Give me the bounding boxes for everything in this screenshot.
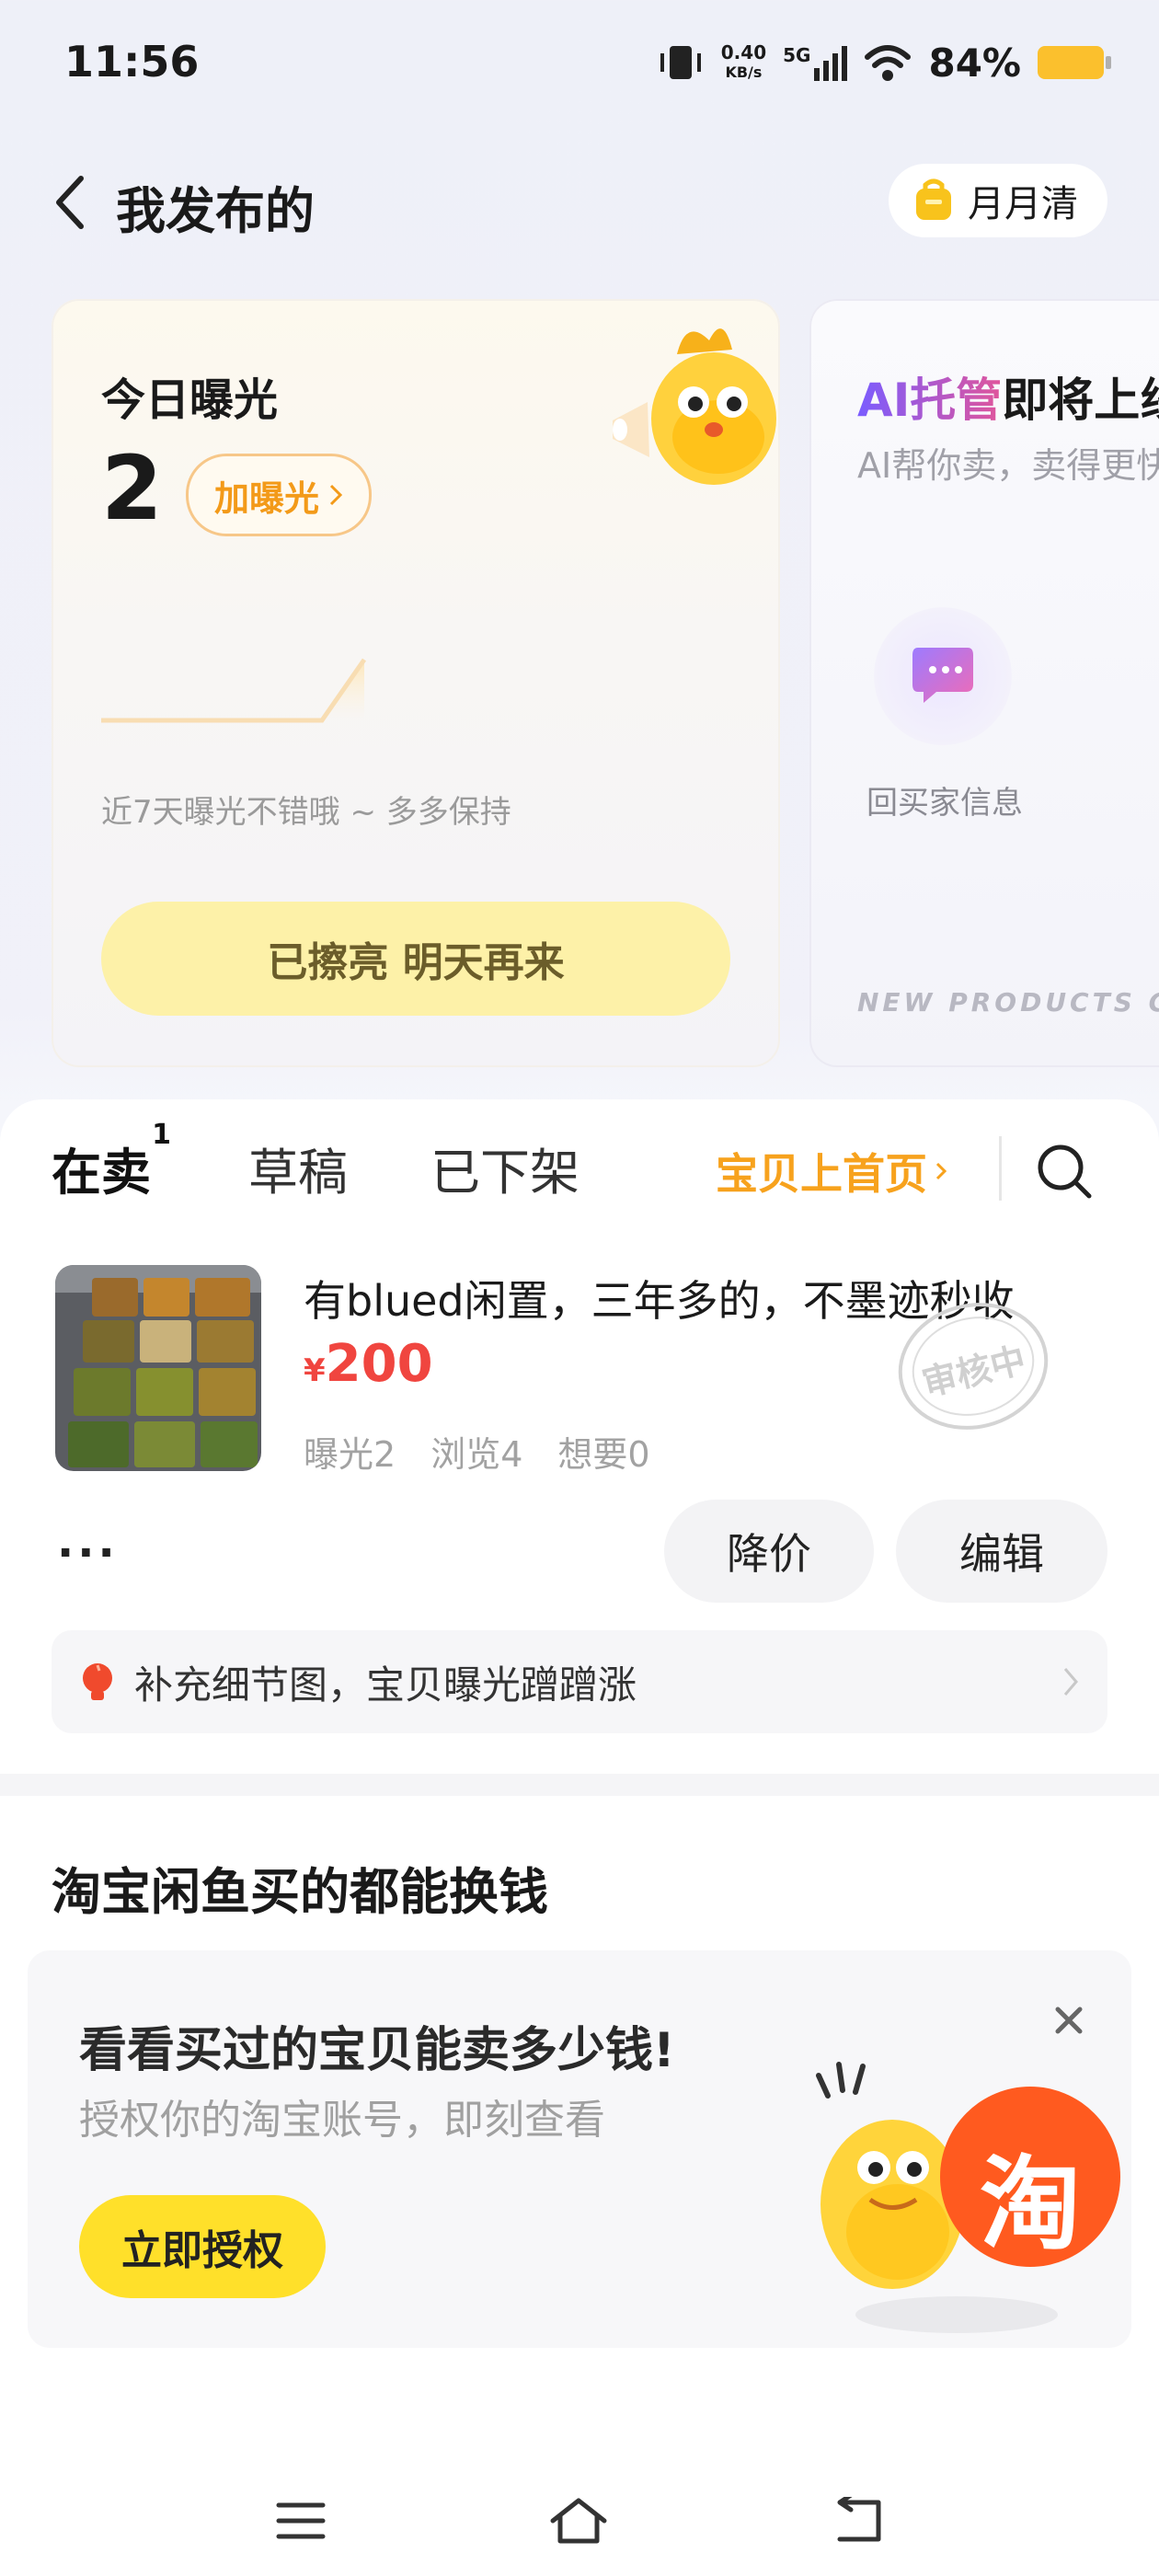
taobao-section-title: 淘宝闲鱼买的都能换钱: [52, 1863, 548, 1921]
tab-on-sale[interactable]: 在卖 1: [52, 1119, 171, 1204]
more-options-button[interactable]: ···: [57, 1527, 119, 1579]
battery-percent: 84%: [928, 40, 1021, 86]
polish-status-button[interactable]: 已擦亮 明天再来: [101, 902, 730, 1016]
under-review-stamp: 审核中: [890, 1297, 1056, 1435]
reduce-price-button[interactable]: 降价: [664, 1500, 874, 1603]
chevron-right-icon: [935, 1162, 947, 1180]
reply-buyer-label: 回买家信息: [866, 785, 1023, 822]
net-speed: 0.40 KB/s: [720, 41, 767, 81]
stat-views: 浏览4: [430, 1434, 523, 1475]
page-title: 我发布的: [116, 182, 315, 240]
listing-stats: 曝光2 浏览4 想要0: [304, 1426, 650, 1477]
vibrate-icon: [660, 46, 701, 79]
reply-buyer-button[interactable]: [874, 607, 1012, 745]
divider: [999, 1136, 1002, 1201]
authorize-button[interactable]: 立即授权: [79, 2195, 326, 2298]
taobao-auth-card: 看看买过的宝贝能卖多少钱! 授权你的淘宝账号，即刻查看 立即授权 淘: [28, 1950, 1131, 2348]
ai-card-footer: NEW PRODUCTS COMING: [857, 987, 1159, 1018]
back-arrow-icon: [56, 176, 84, 229]
ai-hosting-card[interactable]: AI托管即将上线 AI帮你卖，卖得更快 回买家信息 NEW PRODUCTS C…: [809, 299, 1159, 1067]
status-icons: 0.40 KB/s 5G 84%: [657, 37, 1111, 88]
exposure-title: 今日曝光: [101, 374, 279, 426]
taobao-card-subtitle: 授权你的淘宝账号，即刻查看: [79, 2097, 605, 2144]
tab-on-sale-badge: 1: [152, 1119, 171, 1151]
mascot-chick-icon: [613, 328, 776, 485]
wifi-icon: [865, 45, 912, 81]
detail-photo-tip[interactable]: 补充细节图，宝贝曝光蹭蹭涨: [52, 1630, 1107, 1733]
home-icon[interactable]: [547, 2495, 610, 2547]
chevron-right-icon: [1063, 1668, 1078, 1696]
back-nav-icon[interactable]: [831, 2497, 884, 2545]
taobao-card-title: 看看买过的宝贝能卖多少钱!: [79, 2023, 675, 2078]
stat-wants: 想要0: [557, 1434, 650, 1475]
signal-icon: 5G: [783, 44, 848, 81]
battery-icon: [1038, 46, 1111, 79]
tab-drafts[interactable]: 草稿: [248, 1132, 348, 1204]
close-icon[interactable]: [1047, 1998, 1091, 2042]
section-divider: [0, 1774, 1159, 1796]
taobao-logo-icon: 淘: [980, 2145, 1081, 2263]
exposure-card[interactable]: 今日曝光 2 加曝光 近7天曝光不错哦 ~ 多多保持 已擦亮 明天再来: [52, 299, 780, 1067]
monthly-clear-label: 月月清: [968, 183, 1078, 225]
menu-icon[interactable]: [275, 2500, 327, 2542]
exposure-note: 近7天曝光不错哦 ~ 多多保持: [101, 794, 511, 831]
edit-button[interactable]: 编辑: [896, 1500, 1107, 1603]
lightbulb-icon: [83, 1663, 112, 1700]
chevron-right-icon: [329, 484, 343, 506]
back-button[interactable]: [42, 166, 98, 239]
chat-bubble-icon: [912, 648, 973, 703]
tab-delisted[interactable]: 已下架: [430, 1132, 580, 1204]
exposure-trend-line: [101, 658, 367, 723]
ai-card-subtitle: AI帮你卖，卖得更快: [857, 445, 1159, 486]
exposure-value: 2: [101, 437, 163, 540]
listing-thumbnail[interactable]: [55, 1265, 261, 1471]
listing-price: ¥200: [304, 1334, 433, 1394]
promote-to-homepage-link[interactable]: 宝贝上首页: [716, 1141, 947, 1202]
taobao-mascot: 淘: [782, 2039, 1131, 2342]
ai-card-title: AI托管即将上线: [857, 374, 1159, 427]
system-nav-bar: [0, 2466, 1159, 2576]
status-time: 11:56: [64, 37, 200, 86]
stat-exposure: 曝光2: [304, 1434, 396, 1475]
search-icon[interactable]: [1034, 1141, 1095, 1202]
monthly-clear-button[interactable]: 月月清: [889, 164, 1107, 237]
boost-exposure-label: 加曝光: [214, 477, 320, 519]
boost-exposure-button[interactable]: 加曝光: [186, 454, 373, 536]
gold-bag-icon: [916, 178, 951, 220]
